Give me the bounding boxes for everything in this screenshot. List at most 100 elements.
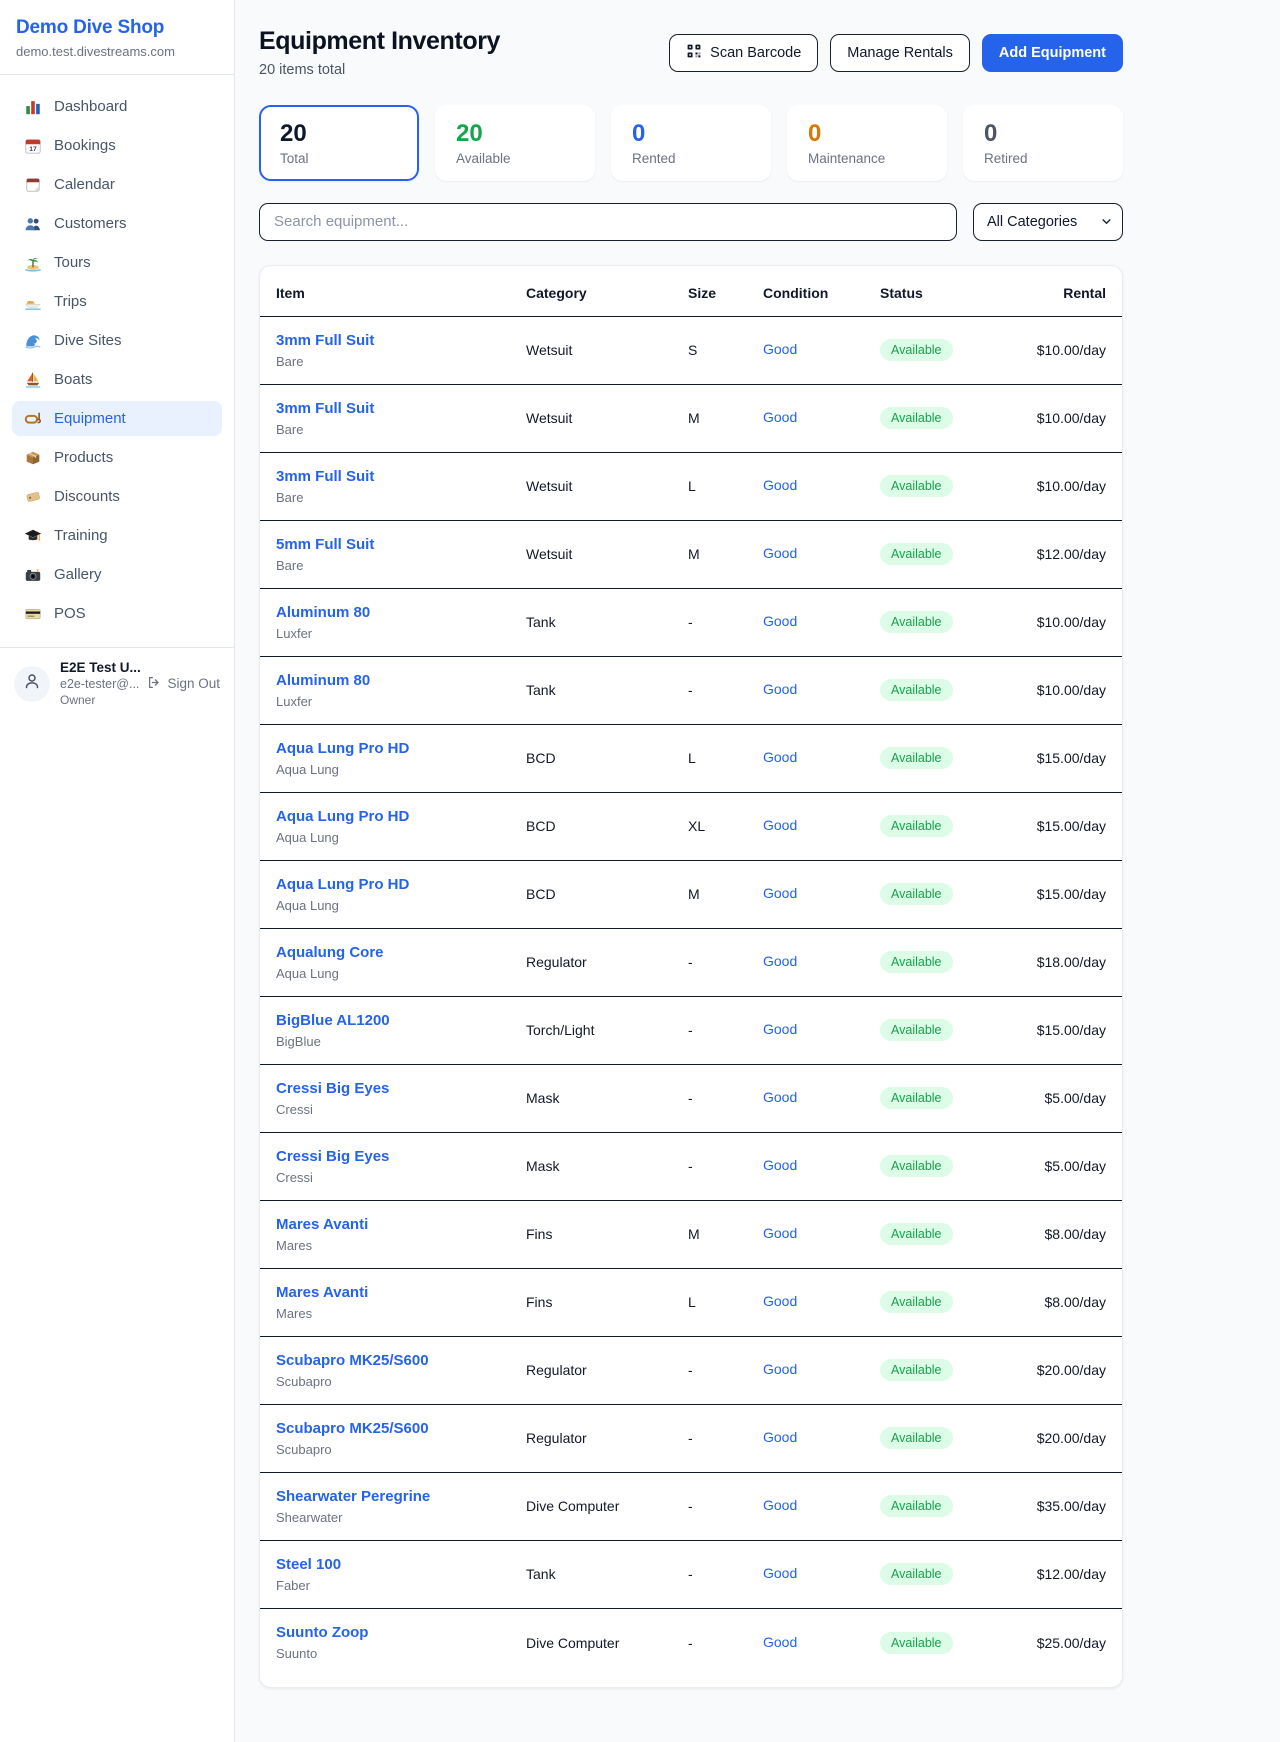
equipment-name-link[interactable]: BigBlue AL1200: [276, 1012, 390, 1029]
add-equipment-button[interactable]: Add Equipment: [982, 34, 1123, 72]
equipment-name-link[interactable]: Mares Avanti: [276, 1216, 368, 1233]
condition-link[interactable]: Good: [763, 1021, 797, 1037]
rental-cell: $15.00/day: [1020, 1022, 1106, 1038]
condition-link[interactable]: Good: [763, 1565, 797, 1581]
status-badge: Available: [880, 1291, 953, 1313]
add-equipment-label: Add Equipment: [999, 45, 1106, 61]
sidebar-item[interactable]: Dive Sites: [12, 323, 222, 358]
stat-card[interactable]: 20 Available: [435, 105, 595, 181]
rental-cell: $15.00/day: [1020, 750, 1106, 766]
equipment-name-link[interactable]: Aqualung Core: [276, 944, 384, 961]
sidebar-item[interactable]: Gallery: [12, 557, 222, 592]
equipment-brand: Bare: [276, 558, 526, 573]
equipment-brand: Aqua Lung: [276, 966, 526, 981]
equipment-brand: Bare: [276, 354, 526, 369]
equipment-brand: Aqua Lung: [276, 830, 526, 845]
sidebar-item[interactable]: Trips: [12, 284, 222, 319]
category-cell: Wetsuit: [526, 342, 688, 358]
sidebar-item[interactable]: Training: [12, 518, 222, 553]
equipment-name-link[interactable]: Suunto Zoop: [276, 1624, 368, 1641]
sidebar-item[interactable]: Customers: [12, 206, 222, 241]
condition-link[interactable]: Good: [763, 953, 797, 969]
size-cell: L: [688, 750, 763, 766]
condition-link[interactable]: Good: [763, 885, 797, 901]
sidebar-item[interactable]: 17 Bookings: [12, 128, 222, 163]
equipment-name-link[interactable]: Scubapro MK25/S600: [276, 1352, 429, 1369]
sidebar-item[interactable]: Dashboard: [12, 89, 222, 124]
manage-rentals-label: Manage Rentals: [847, 45, 953, 61]
rental-cell: $12.00/day: [1020, 1566, 1106, 1582]
equipment-name-link[interactable]: 3mm Full Suit: [276, 332, 374, 349]
equipment-name-link[interactable]: Scubapro MK25/S600: [276, 1420, 429, 1437]
condition-link[interactable]: Good: [763, 1497, 797, 1513]
sidebar-item[interactable]: Calendar: [12, 167, 222, 202]
shop-domain: demo.test.divestreams.com: [16, 44, 218, 59]
equipment-name-link[interactable]: Aqua Lung Pro HD: [276, 740, 409, 757]
package-icon: [23, 448, 42, 467]
table-row: 3mm Full Suit Bare Wetsuit M Good Availa…: [260, 385, 1122, 453]
sidebar-item-label: Training: [54, 527, 108, 544]
equipment-brand: Cressi: [276, 1102, 526, 1117]
condition-link[interactable]: Good: [763, 613, 797, 629]
stat-card[interactable]: 20 Total: [259, 105, 419, 181]
condition-link[interactable]: Good: [763, 1634, 797, 1650]
rental-cell: $10.00/day: [1020, 410, 1106, 426]
equipment-name-link[interactable]: Aqua Lung Pro HD: [276, 808, 409, 825]
sidebar-item[interactable]: POS: [12, 596, 222, 631]
status-badge: Available: [880, 1155, 953, 1177]
equipment-brand: Scubapro: [276, 1374, 526, 1389]
sidebar-item[interactable]: Equipment: [12, 401, 222, 436]
sidebar-item[interactable]: Tours: [12, 245, 222, 280]
equipment-name-link[interactable]: Mares Avanti: [276, 1284, 368, 1301]
equipment-name-link[interactable]: Steel 100: [276, 1556, 341, 1573]
equipment-brand: Aqua Lung: [276, 762, 526, 777]
status-badge: Available: [880, 1223, 953, 1245]
size-cell: -: [688, 682, 763, 698]
equipment-name-link[interactable]: Aqua Lung Pro HD: [276, 876, 409, 893]
equipment-name-link[interactable]: Shearwater Peregrine: [276, 1488, 430, 1505]
sidebar-item[interactable]: Products: [12, 440, 222, 475]
search-input[interactable]: [259, 203, 957, 241]
stat-card[interactable]: 0 Maintenance: [787, 105, 947, 181]
scan-barcode-button[interactable]: Scan Barcode: [669, 34, 818, 72]
condition-link[interactable]: Good: [763, 341, 797, 357]
condition-link[interactable]: Good: [763, 545, 797, 561]
equipment-name-link[interactable]: Aluminum 80: [276, 672, 370, 689]
size-cell: L: [688, 478, 763, 494]
sidebar-item[interactable]: Boats: [12, 362, 222, 397]
equipment-name-link[interactable]: Cressi Big Eyes: [276, 1080, 389, 1097]
category-cell: Wetsuit: [526, 478, 688, 494]
condition-link[interactable]: Good: [763, 1225, 797, 1241]
manage-rentals-button[interactable]: Manage Rentals: [830, 34, 970, 72]
equipment-name-link[interactable]: 5mm Full Suit: [276, 536, 374, 553]
condition-link[interactable]: Good: [763, 1429, 797, 1445]
category-select[interactable]: All Categories: [973, 203, 1123, 241]
status-badge: Available: [880, 951, 953, 973]
equipment-name-link[interactable]: 3mm Full Suit: [276, 400, 374, 417]
stat-card[interactable]: 0 Rented: [611, 105, 771, 181]
condition-link[interactable]: Good: [763, 749, 797, 765]
camera-icon: [23, 565, 42, 584]
rental-cell: $5.00/day: [1020, 1090, 1106, 1106]
equipment-brand: Luxfer: [276, 694, 526, 709]
category-cell: Dive Computer: [526, 1635, 688, 1651]
equipment-name-link[interactable]: Cressi Big Eyes: [276, 1148, 389, 1165]
status-badge: Available: [880, 1019, 953, 1041]
condition-link[interactable]: Good: [763, 1293, 797, 1309]
condition-link[interactable]: Good: [763, 681, 797, 697]
condition-link[interactable]: Good: [763, 477, 797, 493]
stat-card[interactable]: 0 Retired: [963, 105, 1123, 181]
graduation-cap-icon: [23, 526, 42, 545]
condition-link[interactable]: Good: [763, 1361, 797, 1377]
sidebar-item[interactable]: Discounts: [12, 479, 222, 514]
condition-link[interactable]: Good: [763, 409, 797, 425]
equipment-name-link[interactable]: 3mm Full Suit: [276, 468, 374, 485]
condition-link[interactable]: Good: [763, 817, 797, 833]
equipment-name-link[interactable]: Aluminum 80: [276, 604, 370, 621]
brand-link[interactable]: Demo Dive Shop: [16, 17, 218, 39]
sign-out-button[interactable]: Sign Out: [146, 675, 220, 693]
equipment-brand: Mares: [276, 1306, 526, 1321]
condition-link[interactable]: Good: [763, 1089, 797, 1105]
status-badge: Available: [880, 611, 953, 633]
condition-link[interactable]: Good: [763, 1157, 797, 1173]
